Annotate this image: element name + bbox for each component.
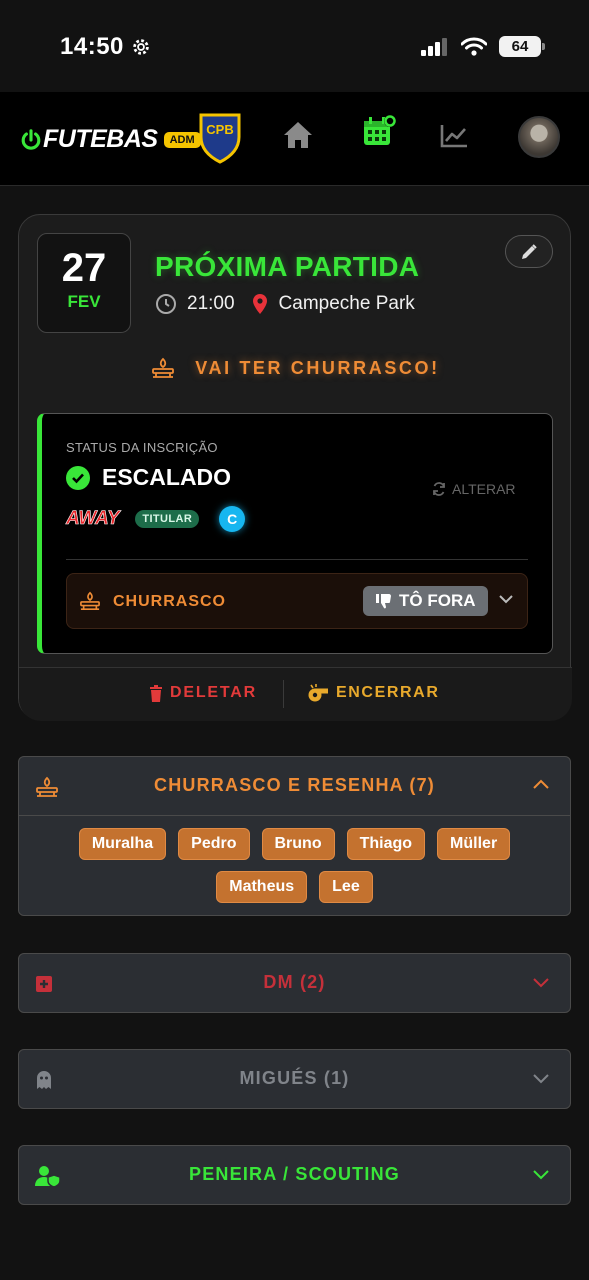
match-month: FEV (67, 292, 101, 311)
registration-label: STATUS DA INSCRIÇÃO (66, 440, 218, 455)
delete-label: DELETAR (170, 684, 257, 701)
match-title: PRÓXIMA PARTIDA (155, 251, 420, 282)
chevron-down-icon (533, 1170, 549, 1180)
edit-match-button[interactable] (505, 235, 553, 268)
next-match-card: 27 FEV PRÓXIMA PARTIDA 21:00 Campeche Pa… (18, 214, 572, 721)
home-icon[interactable] (282, 120, 314, 150)
player-chip[interactable]: Müller (437, 828, 511, 860)
grill-icon (80, 591, 100, 610)
finish-label: ENCERRAR (336, 684, 440, 701)
club-crest-icon[interactable]: CPB (198, 112, 242, 164)
app-logo[interactable]: FUTEBAS ADM (20, 125, 201, 154)
bbq-label: CHURRASCO (113, 593, 226, 610)
change-status-label: ALTERAR (452, 481, 516, 497)
registration-status: ESCALADO (66, 464, 231, 491)
logo-text: FUTEBAS (43, 125, 158, 153)
settings-gear-icon (133, 39, 149, 55)
match-date: 27 FEV (37, 233, 131, 333)
bbq-section: CHURRASCO E RESENHA (7) Muralha Pedro Br… (18, 756, 571, 916)
chart-icon[interactable] (439, 123, 469, 149)
location-pin-icon (252, 294, 267, 314)
migues-section[interactable]: MIGUÉS (1) (18, 1049, 571, 1109)
migues-section-title: MIGUÉS (1) (239, 1068, 350, 1088)
whistle-icon (308, 684, 328, 702)
battery-indicator: 64 (499, 36, 545, 57)
finish-match-button[interactable]: ENCERRAR (307, 684, 439, 702)
chevron-down-icon (533, 978, 549, 988)
player-chip[interactable]: Bruno (261, 828, 335, 860)
trash-icon (150, 684, 162, 702)
registration-status-text: ESCALADO (102, 464, 232, 490)
player-chip[interactable]: Lee (319, 871, 373, 903)
divider (283, 680, 284, 708)
app-header: FUTEBAS ADM CPB (0, 92, 589, 186)
bbq-choice-select[interactable]: TÔ FORA (363, 586, 488, 616)
chevron-down-icon[interactable] (499, 594, 513, 604)
chevron-down-icon (533, 1074, 549, 1084)
change-status-button[interactable]: ALTERAR (432, 481, 516, 497)
calendar-icon[interactable] (362, 114, 396, 148)
crest-text: CPB (206, 122, 233, 137)
chevron-up-icon (533, 779, 549, 789)
team-away-logo: AWAY (66, 508, 120, 530)
migues-section-header[interactable]: MIGUÉS (1) (19, 1050, 570, 1108)
delete-match-button[interactable]: DELETAR (149, 684, 257, 702)
clock-icon (156, 294, 176, 314)
divider (66, 559, 528, 560)
adm-badge: ADM (163, 131, 201, 148)
bbq-attendance-row[interactable]: CHURRASCO TÔ FORA (66, 573, 528, 629)
dm-section-header[interactable]: DM (2) (19, 954, 570, 1012)
match-actions: DELETAR ENCERRAR (19, 667, 572, 721)
wifi-icon (461, 37, 487, 56)
bbq-banner-text: VAI TER CHURRASCO! (195, 357, 440, 378)
match-time: 21:00 (187, 293, 235, 314)
bbq-choice-text: TÔ FORA (399, 591, 476, 610)
bbq-section-header[interactable]: CHURRASCO E RESENHA (7) (19, 757, 570, 815)
scouting-section-title: PENEIRA / SCOUTING (189, 1164, 400, 1184)
role-badge: TITULAR (135, 510, 200, 528)
captain-badge: C (219, 506, 246, 532)
player-chip[interactable]: Muralha (78, 828, 167, 860)
bbq-banner: VAI TER CHURRASCO! (19, 357, 572, 379)
player-chip[interactable]: Pedro (178, 828, 250, 860)
match-day: 27 (61, 246, 107, 290)
check-circle-icon (66, 465, 90, 490)
status-time: 14:50 (60, 33, 152, 61)
user-avatar[interactable] (518, 116, 560, 158)
player-chip[interactable]: Matheus (216, 871, 308, 903)
match-info: 21:00 Campeche Park (155, 293, 415, 315)
player-tags: AWAY TITULAR C (66, 506, 246, 532)
registration-status-panel: STATUS DA INSCRIÇÃO ESCALADO ALTERAR AWA… (37, 413, 553, 654)
bbq-section-title: CHURRASCO E RESENHA (7) (154, 775, 435, 795)
clock-text: 14:50 (60, 33, 124, 60)
bbq-players-list: Muralha Pedro Bruno Thiago Müller Matheu… (19, 815, 570, 915)
dm-section[interactable]: DM (2) (18, 953, 571, 1013)
signal-icon (421, 37, 447, 56)
status-bar: 14:50 64 (0, 0, 589, 92)
scouting-section-header[interactable]: PENEIRA / SCOUTING (19, 1146, 570, 1204)
grill-icon (152, 357, 175, 378)
status-indicators: 64 (421, 36, 545, 57)
scouting-section[interactable]: PENEIRA / SCOUTING (18, 1145, 571, 1205)
player-chip[interactable]: Thiago (346, 828, 426, 860)
thumbs-down-icon (376, 594, 391, 609)
pencil-icon (522, 243, 537, 259)
refresh-icon (433, 482, 445, 496)
dm-section-title: DM (2) (263, 972, 326, 992)
power-logo-icon (21, 128, 41, 150)
match-location: Campeche Park (278, 293, 415, 314)
